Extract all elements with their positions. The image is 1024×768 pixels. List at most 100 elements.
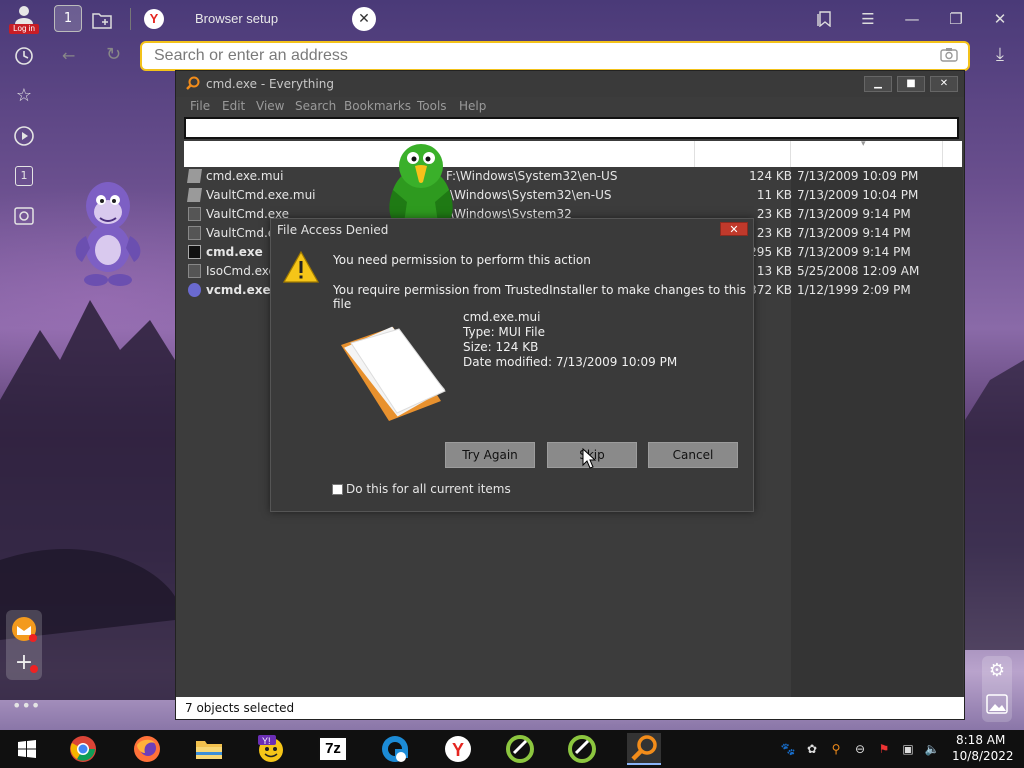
more-options-icon[interactable]: ••• bbox=[12, 696, 40, 715]
sidebar-extras-panel: + bbox=[6, 610, 42, 680]
dialog-message-primary: You need permission to perform this acti… bbox=[333, 253, 591, 267]
tab-close-icon[interactable]: ✕ bbox=[352, 7, 376, 31]
bonzi-buddy-character[interactable] bbox=[68, 176, 148, 290]
settings-gear-icon[interactable]: ⚙ bbox=[986, 660, 1008, 682]
login-button[interactable]: Log in bbox=[6, 2, 42, 36]
file-date: 1/12/1999 2:09 PM bbox=[797, 283, 911, 297]
results-column-header: ▾ bbox=[184, 139, 962, 167]
column-separator[interactable] bbox=[790, 141, 791, 167]
everything-maximize-icon[interactable]: ■ bbox=[897, 76, 925, 92]
file-explorer-icon[interactable] bbox=[192, 733, 226, 765]
tray-app-icon-2[interactable]: ✿ bbox=[804, 741, 820, 757]
dialog-body: You need permission to perform this acti… bbox=[271, 241, 753, 511]
dialog-close-icon[interactable]: ✕ bbox=[720, 222, 748, 236]
cancel-button[interactable]: Cancel bbox=[648, 442, 738, 468]
windows-taskbar: Y! 7z Y 🐾 ✿ ⚲ ⊖ ⚑ ▣ 🔈 8:18 AM 10/8/2022 bbox=[0, 730, 1024, 768]
tray-search-icon[interactable]: ⚲ bbox=[828, 741, 844, 757]
login-label: Log in bbox=[9, 24, 39, 34]
side-settings-panel: ⚙ bbox=[982, 656, 1012, 722]
clock-date[interactable]: 10/8/2022 bbox=[952, 749, 1014, 763]
chrome-icon[interactable] bbox=[66, 733, 100, 765]
menu-bookmarks[interactable]: Bookmarks bbox=[344, 99, 411, 113]
menu-help[interactable]: Help bbox=[459, 99, 486, 113]
everything-minimize-icon[interactable]: ▁ bbox=[864, 76, 892, 92]
browser-e-icon[interactable] bbox=[378, 733, 412, 765]
status-bar: 7 objects selected bbox=[176, 697, 964, 719]
svg-text:Y!: Y! bbox=[262, 736, 271, 746]
column-separator[interactable] bbox=[694, 141, 695, 167]
yandex-icon[interactable]: Y bbox=[441, 733, 475, 765]
minimize-icon[interactable]: — bbox=[898, 6, 926, 32]
everything-close-icon[interactable]: ✕ bbox=[930, 76, 958, 92]
svg-text:Y: Y bbox=[452, 740, 464, 760]
bookmarks-panel-icon[interactable] bbox=[810, 6, 838, 32]
cmd-icon bbox=[188, 245, 201, 259]
file-date: 7/13/2009 9:14 PM bbox=[797, 226, 911, 240]
exe-icon bbox=[188, 264, 201, 278]
file-name: vcmd.exe bbox=[206, 283, 271, 297]
menu-edit[interactable]: Edit bbox=[222, 99, 245, 113]
everything-search-input[interactable] bbox=[184, 117, 959, 139]
back-arrow-icon[interactable]: ← bbox=[62, 46, 75, 65]
address-input[interactable] bbox=[152, 43, 912, 69]
browser-tab-bar: Log in 1 Y Browser setup ✕ ☰ — ❐ ✕ bbox=[0, 0, 1024, 38]
tray-volume-icon[interactable]: 🔈 bbox=[924, 741, 940, 757]
close-window-icon[interactable]: ✕ bbox=[986, 6, 1014, 32]
yahoo-messenger-icon[interactable]: Y! bbox=[254, 733, 288, 765]
restore-icon[interactable]: ❐ bbox=[942, 6, 970, 32]
menu-icon[interactable]: ☰ bbox=[854, 6, 882, 32]
menu-tools[interactable]: Tools bbox=[417, 99, 447, 113]
app-green2-icon[interactable] bbox=[565, 733, 599, 765]
tab-title: Browser setup bbox=[195, 11, 279, 26]
try-again-button[interactable]: Try Again bbox=[445, 442, 535, 468]
apply-all-label: Do this for all current items bbox=[346, 482, 511, 496]
windows-start-icon[interactable] bbox=[10, 733, 44, 765]
tabs-count-button[interactable]: 1 bbox=[54, 5, 82, 32]
mui-file-icon bbox=[187, 169, 202, 183]
menu-view[interactable]: View bbox=[256, 99, 284, 113]
exe-icon bbox=[188, 226, 201, 240]
everything-menu-bar: File Edit View Search Bookmarks Tools He… bbox=[176, 97, 964, 117]
media-play-icon[interactable] bbox=[10, 122, 38, 150]
tray-app-icon-1[interactable]: 🐾 bbox=[780, 741, 796, 757]
tab-browser-setup[interactable]: Y Browser setup ✕ bbox=[140, 4, 380, 34]
everything-search-icon[interactable] bbox=[627, 733, 661, 765]
downloads-icon[interactable]: ⤓ bbox=[988, 44, 1012, 68]
file-name: IsoCmd.exe bbox=[206, 264, 276, 278]
vcmd-icon bbox=[188, 283, 201, 297]
clock-time[interactable]: 8:18 AM bbox=[956, 733, 1005, 747]
firefox-icon[interactable] bbox=[130, 733, 164, 765]
7zip-icon[interactable]: 7z bbox=[316, 733, 350, 765]
table-row[interactable]: VaultCmd.exe.mui:\Windows\System32\en-US… bbox=[184, 186, 962, 205]
table-row[interactable]: cmd.exe.mui F:\Windows\System32\en-US 124 … bbox=[184, 167, 962, 186]
new-tab-group-icon[interactable] bbox=[88, 6, 116, 34]
reload-icon[interactable]: ↻ bbox=[106, 44, 121, 65]
history-clock-icon[interactable] bbox=[10, 42, 38, 70]
sort-arrow-icon[interactable]: ▾ bbox=[861, 139, 866, 149]
app-green-icon[interactable] bbox=[503, 733, 537, 765]
dialog-message-secondary: You require permission from TrustedInsta… bbox=[333, 283, 746, 311]
tray-network-icon[interactable]: ▣ bbox=[900, 741, 916, 757]
add-panel-icon[interactable]: + bbox=[11, 650, 38, 676]
mail-icon[interactable] bbox=[11, 616, 37, 642]
file-size: 295 KB bbox=[749, 245, 792, 259]
camera-search-icon[interactable] bbox=[940, 47, 958, 66]
bookmarks-star-icon[interactable]: ☆ bbox=[10, 82, 38, 110]
column-separator[interactable] bbox=[942, 141, 943, 167]
file-name: VaultCmd.e bbox=[206, 226, 276, 240]
gallery-image-icon[interactable] bbox=[986, 694, 1008, 716]
menu-file[interactable]: File bbox=[190, 99, 210, 113]
mui-file-icon bbox=[187, 188, 202, 202]
tray-minus-icon[interactable]: ⊖ bbox=[852, 741, 868, 757]
status-text: 7 objects selected bbox=[185, 701, 295, 715]
file-date: 7/13/2009 10:09 PM bbox=[797, 169, 919, 183]
tray-flag-icon[interactable]: ⚑ bbox=[876, 741, 892, 757]
tabs-number-icon[interactable]: 1 bbox=[10, 162, 38, 190]
mouse-cursor-icon bbox=[582, 448, 596, 469]
tab-separator bbox=[130, 8, 131, 30]
apply-all-checkbox[interactable] bbox=[332, 484, 343, 495]
7zip-label: 7z bbox=[318, 736, 348, 762]
screenshot-icon[interactable] bbox=[10, 202, 38, 230]
menu-search[interactable]: Search bbox=[295, 99, 336, 113]
address-bar[interactable] bbox=[140, 41, 970, 71]
